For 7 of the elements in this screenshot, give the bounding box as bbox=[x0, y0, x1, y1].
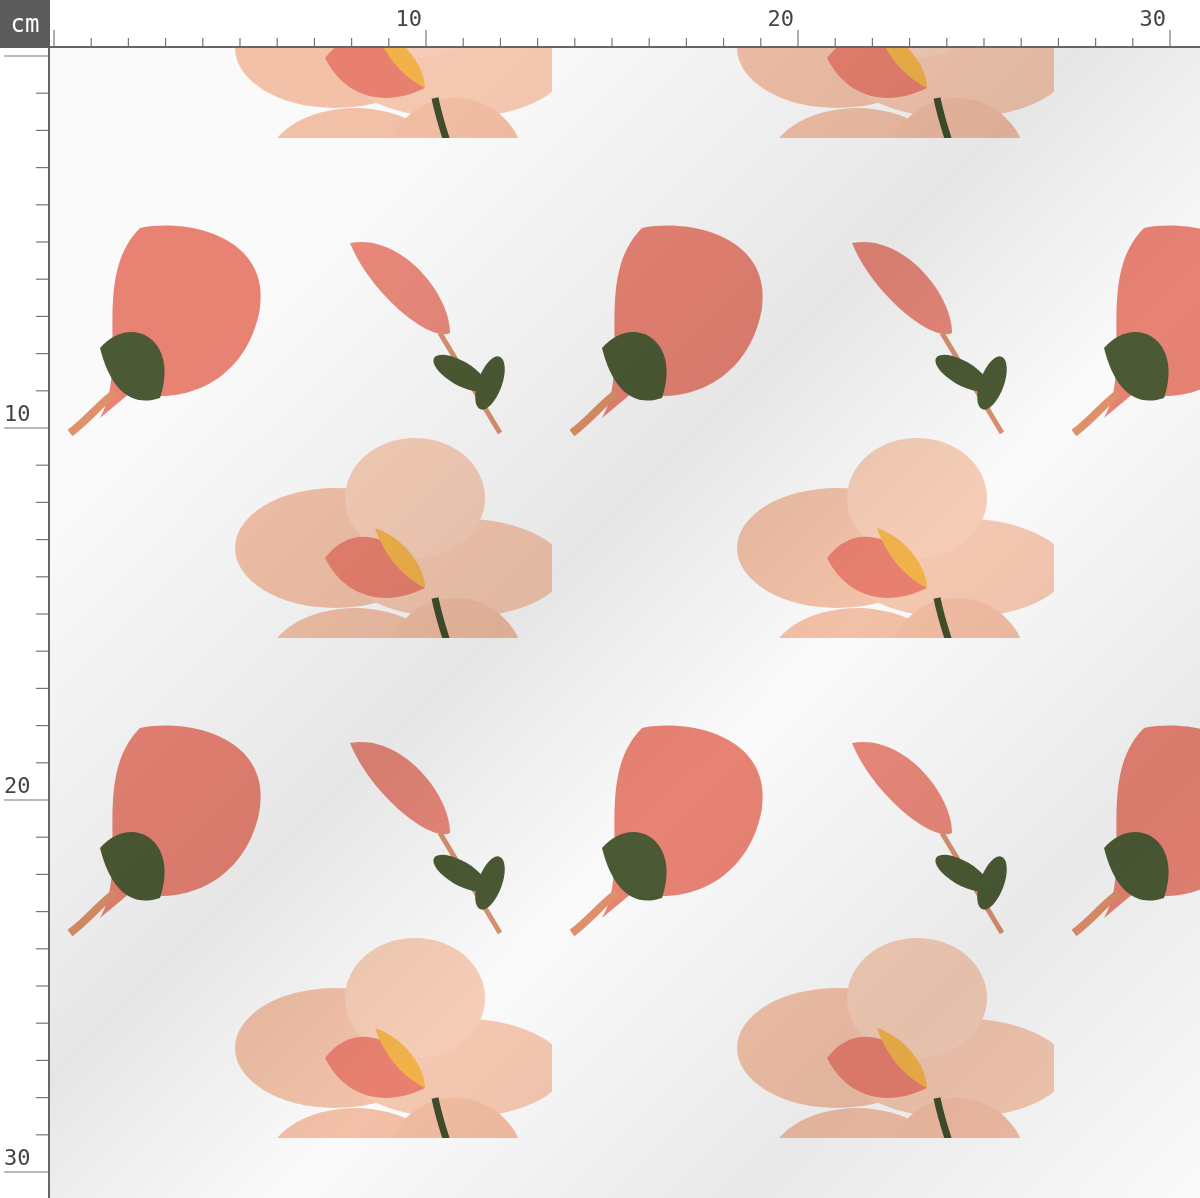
ruler-label: 30 bbox=[1139, 6, 1167, 31]
ruler-label: 20 bbox=[767, 6, 795, 31]
unit-label: cm bbox=[0, 0, 50, 48]
ruler-label: 10 bbox=[395, 6, 423, 31]
ruler-label: 10 bbox=[4, 401, 31, 426]
ruler-label: 20 bbox=[4, 773, 31, 798]
ruler-label: 30 bbox=[4, 1145, 31, 1170]
